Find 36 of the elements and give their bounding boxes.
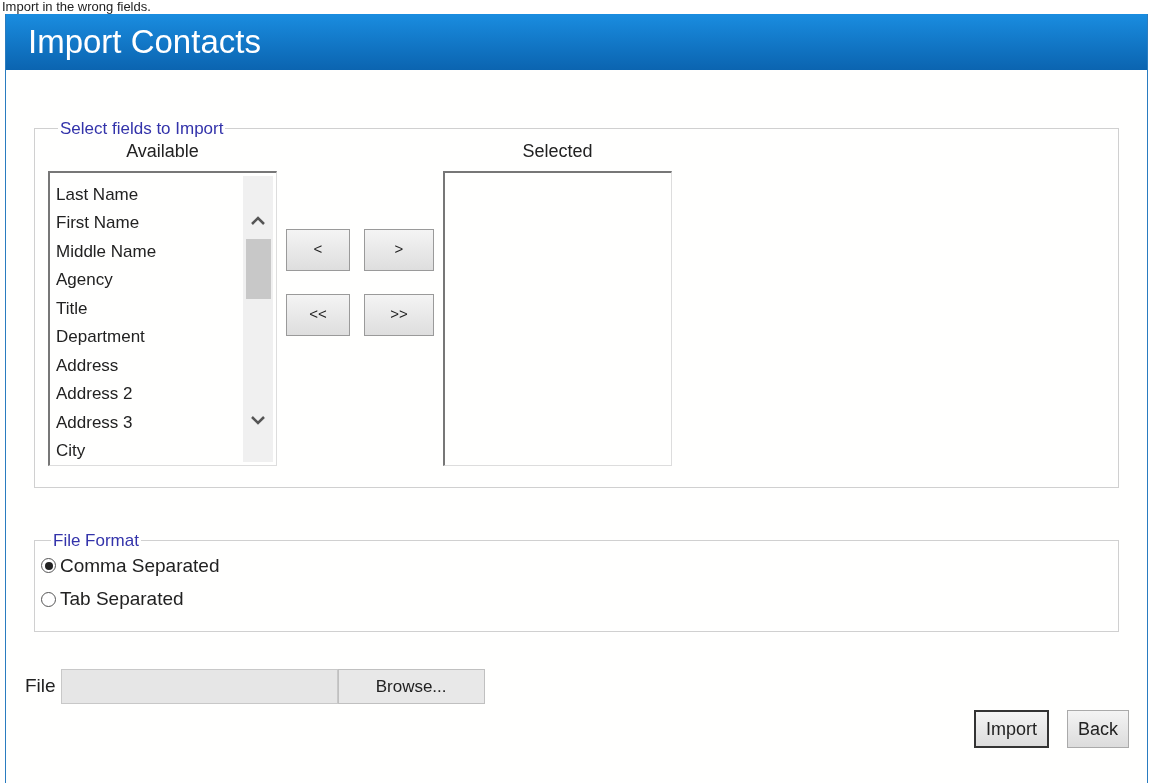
column-heading: Selected xyxy=(522,139,593,163)
list-item[interactable]: City xyxy=(56,437,243,466)
list-item[interactable]: Title xyxy=(56,294,243,323)
scroll-up-icon[interactable] xyxy=(251,215,265,226)
window-title: Import Contacts xyxy=(28,22,261,63)
radio-option[interactable]: Comma Separated xyxy=(41,551,1112,580)
list-item[interactable]: First Name xyxy=(56,209,243,238)
radio-button[interactable] xyxy=(41,591,56,607)
radio-option[interactable]: Tab Separated xyxy=(41,585,1112,614)
radio-button[interactable] xyxy=(41,558,56,574)
list-item[interactable]: Department xyxy=(56,323,243,352)
option-label: Comma Separated xyxy=(60,553,220,578)
column-heading: Available xyxy=(126,139,199,163)
file-path-field[interactable] xyxy=(60,669,338,704)
browse-button[interactable]: Browse... xyxy=(337,669,485,704)
move-right-button[interactable]: > xyxy=(364,228,434,271)
caption-text: Import in the wrong fields. xyxy=(2,0,151,14)
scrollbar[interactable] xyxy=(243,175,273,462)
scroll-down-icon[interactable] xyxy=(251,414,265,425)
move-all-right-button[interactable]: >> xyxy=(364,293,434,336)
scroll-thumb[interactable] xyxy=(245,238,271,299)
move-all-left-button[interactable]: << xyxy=(286,293,350,336)
file-label: File xyxy=(25,674,56,699)
available-list[interactable]: Last Name First Name Middle Name Agency Title Department Address Address 2 Address 3 City xyxy=(48,170,277,466)
list-item[interactable]: Agency xyxy=(56,266,243,295)
import-button[interactable]: Import xyxy=(973,710,1049,748)
option-label: Tab Separated xyxy=(60,587,184,611)
list-item[interactable]: Last Name xyxy=(56,180,243,209)
list-item[interactable]: Middle Name xyxy=(56,237,243,266)
list-item[interactable]: Address xyxy=(56,351,243,380)
group-legend: Select fields to Import xyxy=(58,116,226,142)
group-legend: File Format xyxy=(51,528,141,554)
list-item[interactable]: Address 3 xyxy=(56,408,243,437)
list-item[interactable]: Address 2 xyxy=(56,380,243,409)
back-button[interactable]: Back xyxy=(1066,710,1129,748)
move-left-button[interactable]: < xyxy=(286,228,350,271)
